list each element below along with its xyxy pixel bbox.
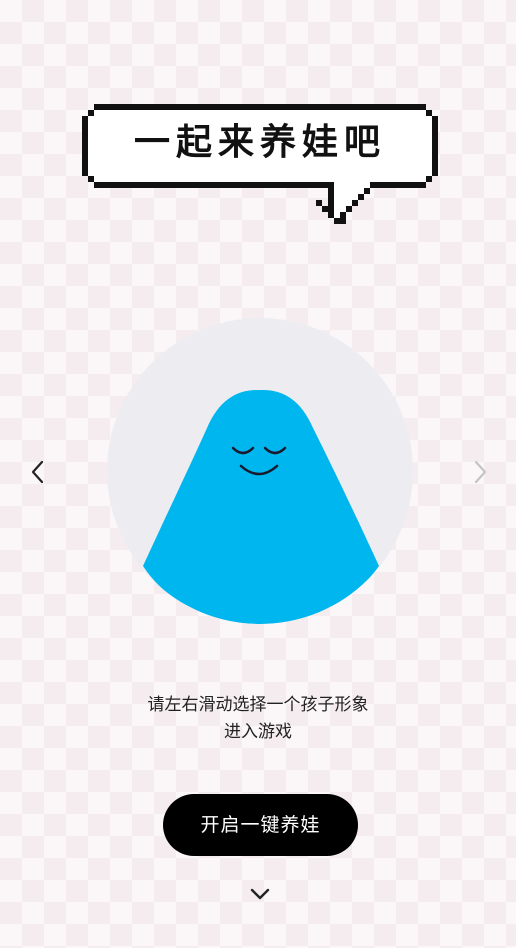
start-button[interactable]: 开启一键养娃 bbox=[163, 794, 358, 856]
blue-blob-character[interactable] bbox=[107, 318, 413, 624]
chevron-left-icon bbox=[31, 460, 44, 484]
instruction-text: 请左右滑动选择一个孩子形象 bbox=[147, 695, 369, 715]
instruction-text-secondary: 进入游戏 bbox=[224, 722, 292, 742]
next-character-button[interactable] bbox=[466, 454, 494, 490]
title-banner: 一起来养娃吧 bbox=[82, 104, 438, 224]
chevron-down-icon bbox=[250, 888, 270, 900]
previous-character-button[interactable] bbox=[24, 454, 52, 490]
chevron-right-icon bbox=[474, 460, 487, 484]
banner-title: 一起来养娃吧 bbox=[133, 122, 386, 163]
scroll-down-button[interactable] bbox=[247, 884, 273, 904]
character-stage[interactable] bbox=[107, 318, 413, 624]
